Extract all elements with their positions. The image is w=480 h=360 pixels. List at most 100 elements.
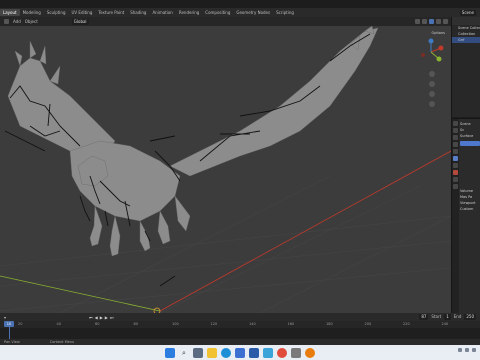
- world-tab-icon[interactable]: [453, 156, 458, 161]
- editor-type-icon[interactable]: [4, 19, 9, 24]
- ruler-tick: 180: [326, 322, 333, 326]
- outliner-row-object[interactable]: Grif: [452, 37, 480, 43]
- rendered-shading-icon[interactable]: [443, 19, 448, 24]
- material-shading-icon[interactable]: [436, 19, 441, 24]
- xray-icon[interactable]: [422, 19, 427, 24]
- ruler-tick: 120: [210, 322, 218, 326]
- ruler-tick: 240: [441, 322, 449, 326]
- grid-floor: [0, 175, 451, 313]
- ruler-tick: 100: [172, 322, 179, 326]
- store-icon[interactable]: [235, 347, 245, 358]
- properties-tabs: [452, 119, 459, 314]
- properties-panel: Scene Sc Surface Volume Mas Pa Viewport …: [451, 118, 480, 314]
- edge-icon[interactable]: [221, 347, 231, 358]
- viewport-header: Add Object Global: [0, 17, 451, 26]
- physics-tab-icon[interactable]: [453, 170, 458, 175]
- jump-start-icon[interactable]: ⏮: [89, 315, 93, 320]
- windows-taskbar: ⌕: [0, 345, 480, 360]
- z-axis-handle[interactable]: [428, 38, 434, 44]
- view-controls: [429, 71, 435, 107]
- photos-icon[interactable]: [263, 347, 273, 358]
- options-button[interactable]: Options: [431, 31, 445, 35]
- constraints-tab-icon[interactable]: [453, 177, 458, 182]
- start-frame-field[interactable]: 1: [444, 314, 451, 320]
- tab-texture-paint[interactable]: Texture Paint: [95, 9, 127, 16]
- ruler-tick: 160: [287, 322, 295, 326]
- neg-x-axis-handle[interactable]: [421, 53, 425, 57]
- mail-icon[interactable]: [249, 347, 259, 358]
- scene-field[interactable]: Scene: [459, 9, 476, 16]
- ruler-tick: 20: [18, 322, 23, 326]
- tab-sculpting[interactable]: Sculpting: [44, 9, 69, 16]
- chrome-icon[interactable]: [277, 347, 287, 358]
- ruler-tick: 40: [56, 322, 61, 326]
- battery-icon[interactable]: [472, 348, 476, 352]
- object-tab-icon[interactable]: [453, 163, 458, 168]
- outliner-panel: Scene Collection Collection Grif: [451, 17, 480, 117]
- tab-geometry-nodes[interactable]: Geometry Nodes: [233, 9, 273, 16]
- tab-scripting[interactable]: Scripting: [273, 9, 297, 16]
- next-keyframe-icon[interactable]: ▶: [105, 315, 108, 320]
- tab-animation[interactable]: Animation: [149, 9, 175, 16]
- windows-logo-icon[interactable]: [165, 347, 175, 358]
- ruler-tick: 200: [364, 322, 372, 326]
- ruler-tick: 60: [95, 322, 100, 326]
- frame-ruler[interactable]: 20 40 60 80 100 120 140 160 180 200 220 240: [0, 321, 480, 328]
- task-view-icon[interactable]: [193, 347, 203, 358]
- system-tray: [458, 348, 476, 352]
- prop-surface-section[interactable]: Surface: [460, 133, 480, 139]
- zoom-icon[interactable]: [429, 71, 435, 77]
- y-axis-handle[interactable]: [436, 56, 442, 62]
- surface-color-field[interactable]: [460, 141, 480, 146]
- end-frame-field[interactable]: 250: [464, 314, 476, 320]
- blender-icon[interactable]: [305, 347, 315, 358]
- outliner-header: [452, 17, 480, 25]
- jump-end-icon[interactable]: ⏭: [110, 315, 114, 320]
- playback-menu[interactable]: ▾: [4, 315, 6, 320]
- add-menu[interactable]: Add: [13, 19, 21, 24]
- volume-icon[interactable]: [465, 348, 469, 352]
- current-frame-field[interactable]: 87: [419, 314, 429, 320]
- tab-compositing[interactable]: Compositing: [202, 9, 233, 16]
- network-icon[interactable]: [458, 348, 462, 352]
- tab-layout[interactable]: Layout: [0, 9, 20, 16]
- properties-content: Scene Sc Surface Volume Mas Pa Viewport …: [460, 121, 480, 212]
- render-tab-icon[interactable]: [453, 128, 458, 133]
- ruler-tick: 220: [403, 322, 410, 326]
- viewport-scene: [0, 26, 451, 313]
- x-axis-handle[interactable]: [438, 45, 444, 51]
- x-axis-line: [159, 150, 451, 312]
- transform-orientation-select[interactable]: Global: [71, 18, 89, 25]
- tab-uv-editing[interactable]: UV Editing: [69, 9, 96, 16]
- overlays-icon[interactable]: [415, 19, 420, 24]
- playback-controls: ⏮ ◀ ▶ ▶ ⏭: [89, 315, 113, 320]
- folder-icon[interactable]: [207, 347, 217, 358]
- workspace-tabs: Layout Modeling Sculpting UV Editing Texture…: [0, 8, 297, 17]
- shading-buttons: [415, 19, 451, 24]
- ruler-tick: 140: [249, 322, 256, 326]
- search-icon[interactable]: ⌕: [179, 348, 189, 358]
- tab-shading[interactable]: Shading: [127, 9, 149, 16]
- object-menu[interactable]: Object: [25, 19, 38, 24]
- perspective-toggle-icon[interactable]: [429, 101, 435, 107]
- y-axis-line: [0, 275, 161, 312]
- 3d-viewport[interactable]: Options: [0, 26, 451, 313]
- pan-hand-icon[interactable]: [429, 81, 435, 87]
- prev-keyframe-icon[interactable]: ◀: [95, 315, 98, 320]
- settings-gear-icon[interactable]: [291, 347, 301, 358]
- view-layer-tab-icon[interactable]: [453, 142, 458, 147]
- tab-rendering[interactable]: Rendering: [176, 9, 202, 16]
- tab-modeling[interactable]: Modeling: [20, 9, 44, 16]
- output-tab-icon[interactable]: [453, 135, 458, 140]
- play-icon[interactable]: ▶: [100, 315, 103, 320]
- axis-gizmo[interactable]: [417, 37, 445, 67]
- tool-tab-icon[interactable]: [453, 121, 458, 126]
- data-tab-icon[interactable]: [453, 184, 458, 189]
- solid-shading-icon[interactable]: [429, 19, 434, 24]
- camera-view-icon[interactable]: [429, 91, 435, 97]
- prop-custom-properties-section[interactable]: Custom: [460, 206, 480, 212]
- timeline-area[interactable]: 20 40 60 80 100 120 140 160 180 200 220 240 10: [0, 321, 480, 339]
- workspace-tabs-bar: Layout Modeling Sculpting UV Editing Texture…: [0, 8, 480, 17]
- scene-tab-icon[interactable]: [453, 149, 458, 154]
- navigation-gizmo[interactable]: Options: [417, 31, 445, 111]
